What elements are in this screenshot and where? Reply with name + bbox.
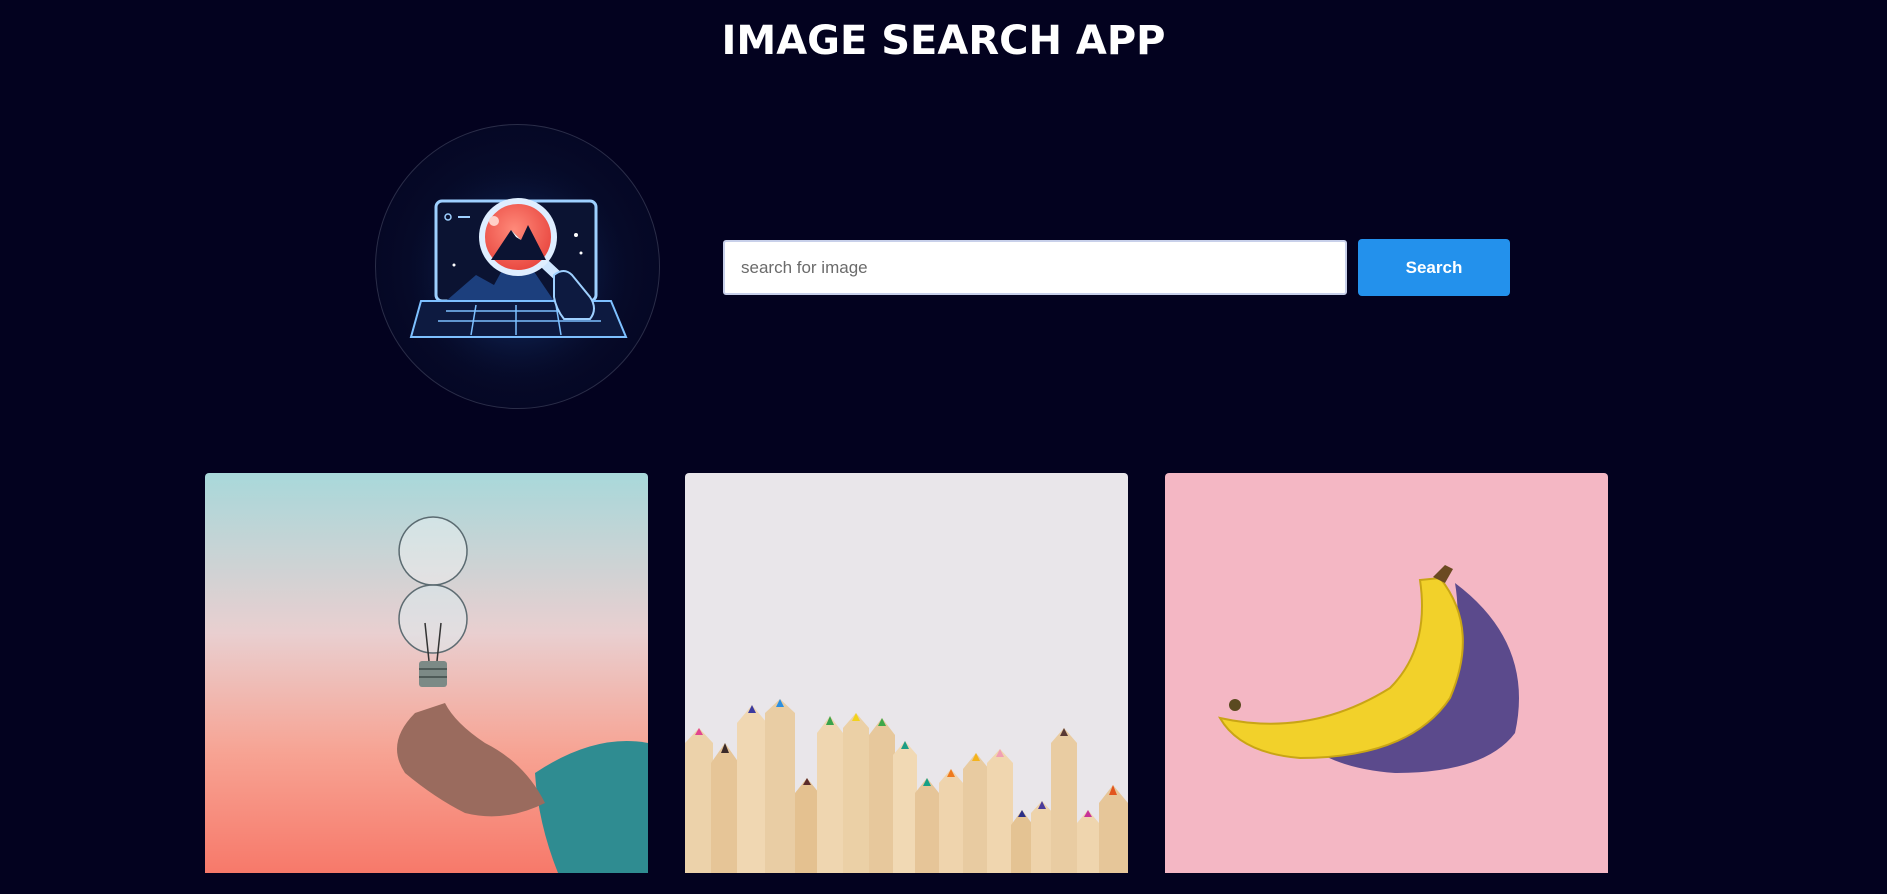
search-input[interactable]: [723, 240, 1347, 295]
results-grid: [205, 473, 1609, 873]
search-button[interactable]: Search: [1358, 239, 1510, 296]
image-search-laptop-icon: [398, 155, 638, 395]
app-logo: [375, 124, 660, 409]
result-image-card[interactable]: [1165, 473, 1608, 873]
lightbulb-image: [205, 473, 648, 873]
result-image-card[interactable]: [685, 473, 1128, 873]
result-image-card[interactable]: [205, 473, 648, 873]
banana-image: [1165, 473, 1608, 873]
image-search-page: IMAGE SEARCH APP search for image Search: [0, 0, 1887, 894]
page-title: IMAGE SEARCH APP: [721, 18, 1166, 64]
pencils-image: [685, 473, 1128, 873]
